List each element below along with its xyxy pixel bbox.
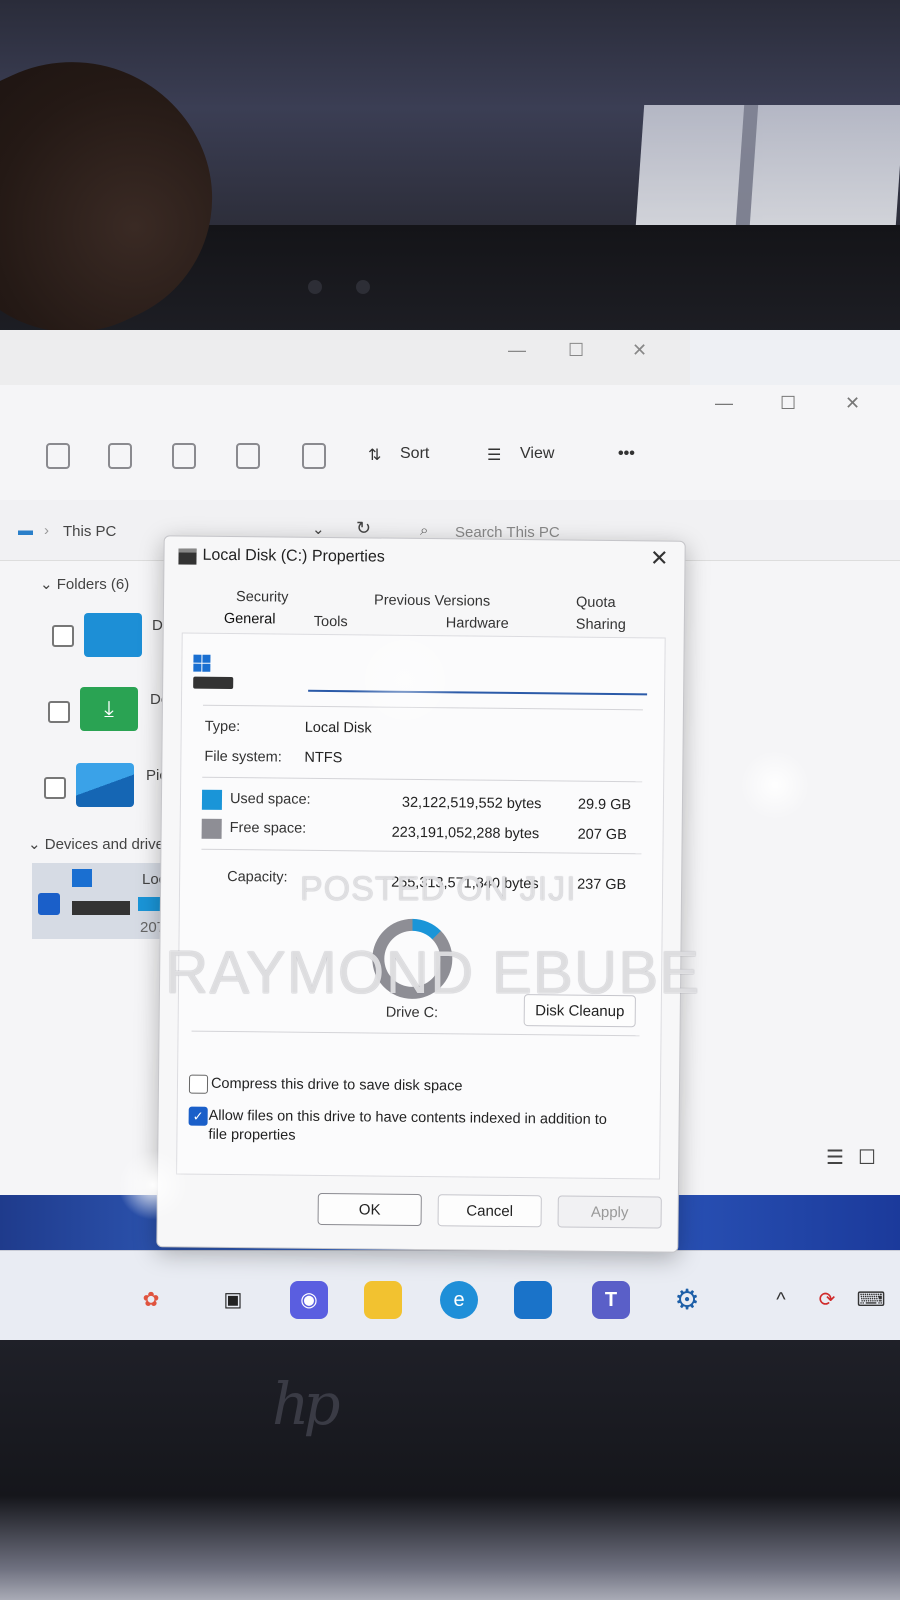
device-checkbox[interactable] bbox=[38, 893, 60, 915]
minimize-icon[interactable]: — bbox=[508, 340, 526, 361]
sync-icon[interactable]: ⟳ bbox=[808, 1281, 846, 1319]
search-icon: ⌕ bbox=[420, 522, 429, 539]
room-window bbox=[635, 105, 900, 225]
tab-previous-versions[interactable]: Previous Versions bbox=[374, 592, 490, 609]
free-space-swatch bbox=[201, 818, 222, 839]
used-space-gb: 29.9 GB bbox=[577, 796, 632, 814]
tab-hardware[interactable]: Hardware bbox=[446, 615, 509, 632]
close-icon[interactable]: ✕ bbox=[845, 393, 860, 414]
watermark-line-1: POSTED ON JIJI bbox=[300, 870, 577, 908]
file-system-label: File system: bbox=[204, 748, 282, 766]
sort-button[interactable]: Sort bbox=[400, 445, 429, 463]
cancel-button[interactable]: Cancel bbox=[437, 1194, 542, 1228]
free-space-gb: 207 GB bbox=[577, 826, 627, 844]
devices-header-label: Devices and drive bbox=[44, 836, 164, 853]
view-icon: ☰ bbox=[487, 447, 502, 464]
settings-gear-icon[interactable]: ⚙ bbox=[668, 1281, 706, 1319]
chevron-right-icon: › bbox=[44, 522, 49, 539]
index-checkbox[interactable]: ✓ bbox=[188, 1106, 208, 1126]
free-space-label: Free space: bbox=[229, 819, 307, 837]
type-value: Local Disk bbox=[304, 719, 372, 737]
tiles-view-icon[interactable]: ☐ bbox=[858, 1145, 876, 1170]
file-system-value: NTFS bbox=[304, 749, 343, 767]
tab-tools[interactable]: Tools bbox=[314, 614, 348, 630]
close-icon[interactable]: ✕ bbox=[632, 340, 647, 361]
sort-icon: ⇅ bbox=[368, 447, 382, 464]
index-label: Allow files on this drive to have conten… bbox=[208, 1107, 607, 1144]
teams-icon[interactable]: T bbox=[592, 1281, 630, 1319]
widgets-icon[interactable]: ✿ bbox=[132, 1281, 170, 1319]
used-space-label: Used space: bbox=[229, 790, 311, 808]
light-glare bbox=[118, 1150, 188, 1220]
chat-icon[interactable]: ◉ bbox=[290, 1281, 328, 1319]
camera-sensor bbox=[356, 280, 370, 294]
rename-icon[interactable] bbox=[172, 443, 196, 469]
copy-icon[interactable] bbox=[46, 443, 70, 469]
tab-general[interactable]: General bbox=[224, 611, 276, 628]
tab-quota[interactable]: Quota bbox=[576, 595, 616, 611]
folder-checkbox[interactable] bbox=[44, 777, 66, 799]
free-space-bytes: 223,191,052,288 bytes bbox=[391, 824, 540, 843]
laptop-keyboard-deck bbox=[0, 1340, 900, 1600]
keyboard-icon[interactable]: ⌨ bbox=[852, 1281, 890, 1319]
taskbar: ✿ ▣ ◉ e T ⚙ ^ ⟳ ⌨ bbox=[0, 1250, 900, 1340]
apply-button[interactable]: Apply bbox=[557, 1195, 662, 1229]
devices-header[interactable]: ⌄ Devices and drive bbox=[28, 835, 164, 853]
file-explorer-icon[interactable] bbox=[364, 1281, 402, 1319]
drive-caption: Drive C: bbox=[385, 1004, 439, 1022]
close-icon[interactable]: ✕ bbox=[650, 545, 669, 571]
downloads-folder-icon: ⤓ bbox=[80, 687, 138, 731]
address-path[interactable]: This PC bbox=[63, 523, 116, 540]
capacity-gb: 237 GB bbox=[577, 876, 627, 894]
folder-checkbox[interactable] bbox=[52, 625, 74, 647]
desktop-folder-icon bbox=[84, 613, 142, 657]
pc-icon: ▬ bbox=[18, 522, 33, 539]
tab-security[interactable]: Security bbox=[236, 589, 289, 606]
capacity-label: Capacity: bbox=[227, 868, 288, 886]
drive-title-icon bbox=[178, 548, 197, 565]
dialog-title: Local Disk (C:) Properties bbox=[202, 546, 385, 566]
drive-icon bbox=[72, 901, 130, 915]
share-icon[interactable] bbox=[236, 443, 260, 469]
folders-header-label: Folders (6) bbox=[56, 576, 130, 593]
edge-icon[interactable]: e bbox=[440, 1281, 478, 1319]
maximize-icon[interactable]: ☐ bbox=[568, 340, 584, 361]
chevron-down-icon[interactable]: ⌄ bbox=[312, 520, 325, 538]
light-glare bbox=[740, 750, 810, 820]
folder-checkbox[interactable] bbox=[48, 701, 70, 723]
drive-icon bbox=[193, 654, 234, 691]
maximize-icon[interactable]: ☐ bbox=[780, 393, 796, 414]
used-space-bytes: 32,122,519,552 bytes bbox=[401, 794, 542, 813]
webcam bbox=[308, 280, 322, 294]
minimize-icon[interactable]: — bbox=[715, 393, 733, 414]
details-view-icon[interactable]: ☰ bbox=[826, 1145, 844, 1170]
folders-header[interactable]: ⌄ Folders (6) bbox=[40, 575, 129, 593]
chevron-up-icon[interactable]: ^ bbox=[762, 1281, 800, 1319]
command-bar: ⇅ Sort ☰ View ••• bbox=[0, 425, 900, 485]
ok-button[interactable]: OK bbox=[317, 1192, 422, 1227]
refresh-icon[interactable]: ↻ bbox=[356, 518, 371, 539]
view-button[interactable]: View bbox=[520, 445, 554, 463]
delete-icon[interactable] bbox=[302, 443, 326, 469]
tab-sharing[interactable]: Sharing bbox=[576, 617, 626, 634]
more-button[interactable]: ••• bbox=[618, 445, 635, 463]
pictures-folder-icon bbox=[76, 763, 134, 807]
light-glare bbox=[350, 625, 460, 735]
brand-logo: hp bbox=[272, 1370, 341, 1438]
compress-checkbox[interactable] bbox=[188, 1074, 209, 1094]
laptop-screen: — ☐ ✕ — ☐ ✕ ⇅ Sort ☰ View ••• ▬ › This P… bbox=[0, 330, 900, 1340]
windows-logo-icon bbox=[72, 869, 92, 887]
used-space-swatch bbox=[201, 789, 223, 810]
paste-icon[interactable] bbox=[108, 443, 132, 469]
watermark-line-2: RAYMOND EBUBE bbox=[165, 939, 701, 1006]
task-view-icon[interactable]: ▣ bbox=[214, 1281, 252, 1319]
type-label: Type: bbox=[204, 718, 241, 736]
explorer-window-back: — ☐ ✕ bbox=[0, 330, 690, 391]
store-icon[interactable] bbox=[514, 1281, 552, 1319]
